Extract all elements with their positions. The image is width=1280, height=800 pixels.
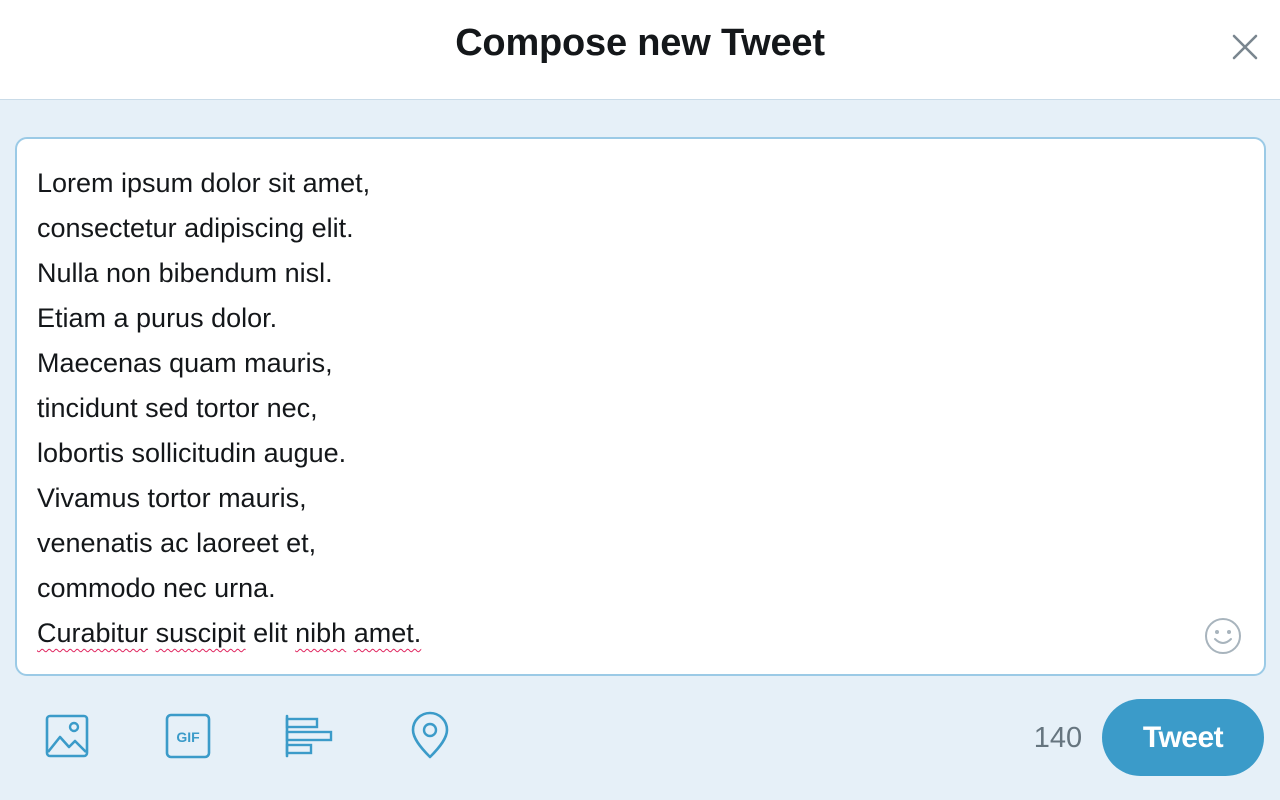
text-line: Lorem ipsum dolor sit amet, bbox=[37, 168, 371, 198]
text-line: Vivamus tortor mauris, bbox=[37, 483, 307, 513]
smiley-face-icon bbox=[1205, 618, 1241, 654]
tweet-compose-box[interactable]: Lorem ipsum dolor sit amet, consectetur … bbox=[15, 137, 1266, 676]
text-line: Etiam a purus dolor. bbox=[37, 303, 278, 333]
emoji-button[interactable] bbox=[1203, 616, 1243, 656]
misspelled-word: nibh bbox=[295, 618, 347, 648]
image-icon bbox=[45, 714, 89, 758]
misspelled-word: suscipit bbox=[155, 618, 246, 648]
tweet-text-input[interactable]: Lorem ipsum dolor sit amet, consectetur … bbox=[37, 161, 1187, 656]
location-pin-icon bbox=[411, 711, 449, 759]
close-icon bbox=[1232, 34, 1258, 60]
add-poll-button[interactable] bbox=[282, 710, 334, 762]
text-line: commodo nec urna. bbox=[37, 573, 276, 603]
text-line: Maecenas quam mauris, bbox=[37, 348, 333, 378]
misspelled-word: amet. bbox=[353, 618, 422, 648]
add-gif-button[interactable]: GIF bbox=[162, 710, 214, 762]
word: elit bbox=[253, 618, 288, 648]
character-count: 140 bbox=[1033, 722, 1083, 754]
text-line: consectetur adipiscing elit. bbox=[37, 213, 354, 243]
modal-title: Compose new Tweet bbox=[455, 22, 825, 64]
add-media-button[interactable] bbox=[41, 710, 93, 762]
gif-icon-label: GIF bbox=[176, 729, 200, 745]
modal-header: Compose new Tweet bbox=[0, 0, 1280, 100]
text-line: tincidunt sed tortor nec, bbox=[37, 393, 318, 423]
text-line: Nulla non bibendum nisl. bbox=[37, 258, 333, 288]
misspelled-word: Curabitur bbox=[37, 618, 149, 648]
text-line-last: Curabitur suscipit elit nibh amet. bbox=[37, 611, 1187, 656]
text-line: lobortis sollicitudin augue. bbox=[37, 438, 347, 468]
add-location-button[interactable] bbox=[404, 710, 456, 762]
tweet-button[interactable]: Tweet bbox=[1102, 699, 1264, 776]
poll-icon bbox=[285, 714, 333, 758]
close-button[interactable] bbox=[1222, 24, 1268, 70]
gif-icon: GIF bbox=[165, 713, 211, 759]
text-line: venenatis ac laoreet et, bbox=[37, 528, 317, 558]
